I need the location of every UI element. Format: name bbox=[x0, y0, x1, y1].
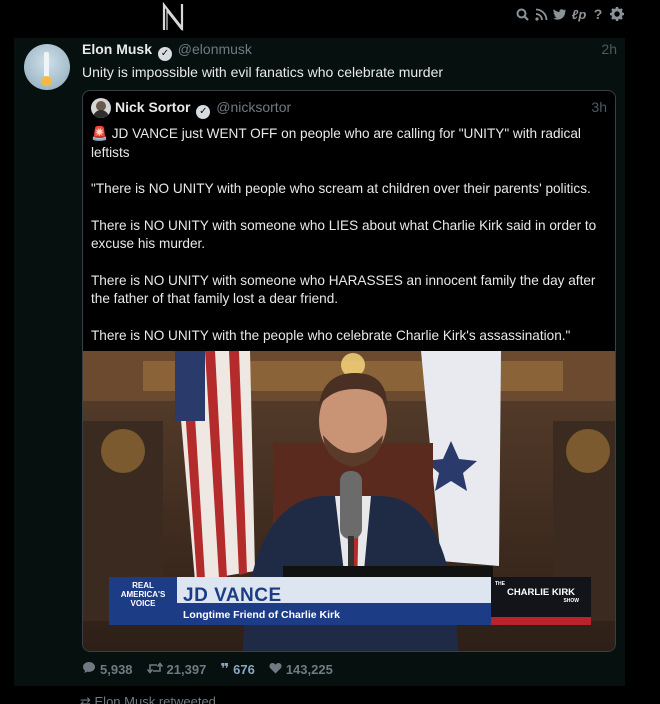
reply-count-value: 5,938 bbox=[100, 661, 133, 677]
quoted-author-name[interactable]: Nick Sortor bbox=[115, 99, 190, 115]
link-icon[interactable]: ℓp bbox=[572, 7, 587, 22]
verified-badge-icon: ✓ bbox=[196, 105, 211, 119]
quoted-tweet-text: 🚨 JD VANCE just WENT OFF on people who a… bbox=[91, 125, 609, 363]
quoted-paragraph: "There is NO UNITY with people who screa… bbox=[91, 181, 591, 196]
rss-icon[interactable] bbox=[534, 7, 548, 21]
toolbar: ℓp ? bbox=[515, 6, 624, 22]
heart-icon bbox=[269, 662, 282, 677]
quote-count[interactable]: ❞ 676 bbox=[220, 660, 255, 678]
author-avatar[interactable] bbox=[24, 44, 70, 90]
network-logo: REAL AMERICA'S VOICE bbox=[120, 581, 166, 608]
lower-third-subtitle: Longtime Friend of Charlie Kirk bbox=[183, 609, 340, 621]
search-icon[interactable] bbox=[515, 7, 529, 21]
author-handle[interactable]: @elonmusk bbox=[178, 41, 252, 57]
reply-count[interactable]: 5,938 bbox=[82, 660, 133, 678]
verified-badge-icon: ✓ bbox=[157, 47, 172, 61]
next-retweet-label: ⇄ Elon Musk retweeted bbox=[80, 694, 216, 704]
tweet-stats: 5,938 21,397 ❞ 676 143,225 bbox=[82, 660, 333, 678]
show-logo-bottom: SHOW bbox=[563, 598, 579, 604]
settings-icon[interactable] bbox=[610, 7, 624, 21]
quoted-tweet-time[interactable]: 3h bbox=[591, 99, 607, 115]
lower-third-name: JD VANCE bbox=[183, 585, 282, 606]
like-count-value: 143,225 bbox=[285, 661, 333, 677]
tweet-header: Elon Musk ✓ @elonmusk 2h bbox=[82, 41, 617, 61]
retweet-icon: ⇄ bbox=[80, 694, 95, 704]
tweet-time[interactable]: 2h bbox=[601, 41, 617, 57]
retweeted-text[interactable]: Elon Musk retweeted bbox=[95, 694, 216, 704]
help-icon[interactable]: ? bbox=[591, 6, 605, 22]
quoted-tweet[interactable]: Nick Sortor ✓ @nicksortor 3h 🚨 JD VANCE … bbox=[82, 90, 616, 652]
retweet-count[interactable]: 21,397 bbox=[146, 660, 207, 678]
retweet-icon bbox=[146, 661, 163, 677]
reply-icon bbox=[82, 661, 96, 677]
twitter-icon[interactable] bbox=[553, 7, 567, 21]
author-name[interactable]: Elon Musk bbox=[82, 41, 152, 57]
quoted-tweet-header: Nick Sortor ✓ @nicksortor 3h bbox=[115, 99, 607, 119]
tweet-text: Unity is impossible with evil fanatics w… bbox=[82, 64, 444, 80]
top-bar: ℓp ? bbox=[0, 0, 660, 36]
like-count[interactable]: 143,225 bbox=[269, 660, 333, 678]
retweet-count-value: 21,397 bbox=[166, 661, 207, 677]
quoted-author-avatar[interactable] bbox=[91, 98, 111, 118]
quote-count-value: 676 bbox=[233, 661, 255, 677]
show-logo-main: CHARLIE KIRK bbox=[506, 587, 576, 598]
quoted-author-handle[interactable]: @nicksortor bbox=[216, 99, 291, 115]
quoted-paragraph: 🚨 JD VANCE just WENT OFF on people who a… bbox=[91, 126, 581, 160]
show-logo: THE CHARLIE KIRK SHOW bbox=[495, 581, 587, 604]
quote-icon: ❞ bbox=[220, 661, 230, 678]
video-thumbnail[interactable]: REAL AMERICA'S VOICE JD VANCE Longtime F… bbox=[83, 351, 615, 651]
quoted-paragraph: There is NO UNITY with someone who HARAS… bbox=[91, 272, 596, 307]
app-logo[interactable] bbox=[160, 1, 188, 32]
tweet-card[interactable]: Elon Musk ✓ @elonmusk 2h Unity is imposs… bbox=[14, 38, 625, 686]
quoted-paragraph: There is NO UNITY with someone who LIES … bbox=[91, 217, 597, 252]
quoted-paragraph: There is NO UNITY with the people who ce… bbox=[91, 327, 571, 343]
